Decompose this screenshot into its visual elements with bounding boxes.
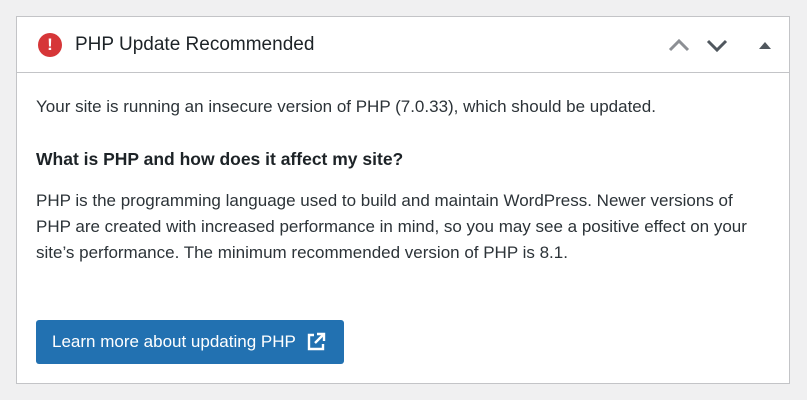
alert-icon-glyph: ! [47, 35, 53, 54]
intro-text: Your site is running an insecure version… [36, 97, 656, 116]
move-down-button[interactable] [703, 31, 731, 59]
alert-icon: ! [38, 33, 62, 57]
move-up-button[interactable] [665, 31, 693, 59]
chevron-down-icon [706, 39, 728, 53]
chevron-up-icon [668, 38, 690, 52]
triangle-up-icon [759, 42, 771, 49]
section-heading: What is PHP and how does it affect my si… [36, 149, 404, 169]
external-link-icon [306, 332, 326, 352]
description-text: PHP is the programming language used to … [36, 191, 747, 262]
panel-title: PHP Update Recommended [75, 34, 315, 55]
php-update-panel: ! PHP Update Recommended Your site is ru… [16, 16, 790, 384]
learn-more-button[interactable]: Learn more about updating PHP [36, 320, 344, 364]
toggle-panel-button[interactable] [751, 31, 779, 59]
learn-more-label: Learn more about updating PHP [52, 332, 296, 351]
panel-header: ! PHP Update Recommended [17, 17, 789, 73]
